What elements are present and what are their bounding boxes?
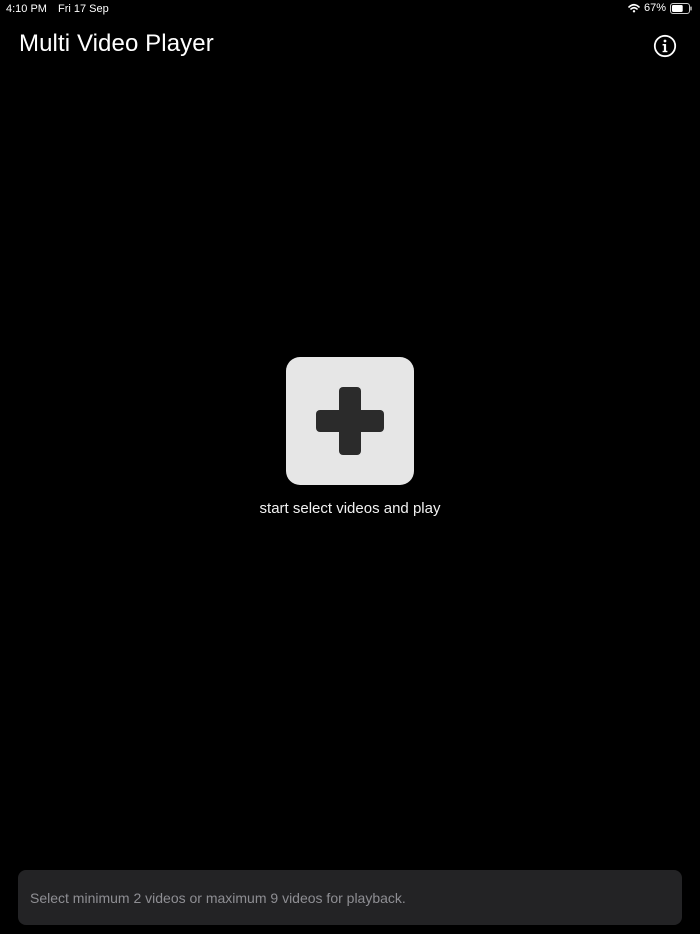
hint-text: Select minimum 2 videos or maximum 9 vid… <box>30 889 406 906</box>
battery-percent: 67% <box>643 2 666 14</box>
battery-icon <box>670 2 692 14</box>
add-videos-label: start select videos and play <box>259 500 441 517</box>
status-time: 4:10 PM <box>6 3 47 15</box>
status-bar: 4:10 PM Fri 17 Sep 67% <box>0 0 700 18</box>
info-button[interactable] <box>653 34 677 58</box>
add-videos-button[interactable] <box>286 357 414 485</box>
info-circle-icon <box>653 34 677 58</box>
status-indicators: 67% <box>628 2 692 14</box>
status-date: Fri 17 Sep <box>58 3 109 15</box>
plus-icon <box>316 387 384 455</box>
wifi-icon <box>628 3 640 13</box>
hint-bar: Select minimum 2 videos or maximum 9 vid… <box>18 870 682 925</box>
page-title: Multi Video Player <box>19 30 214 57</box>
